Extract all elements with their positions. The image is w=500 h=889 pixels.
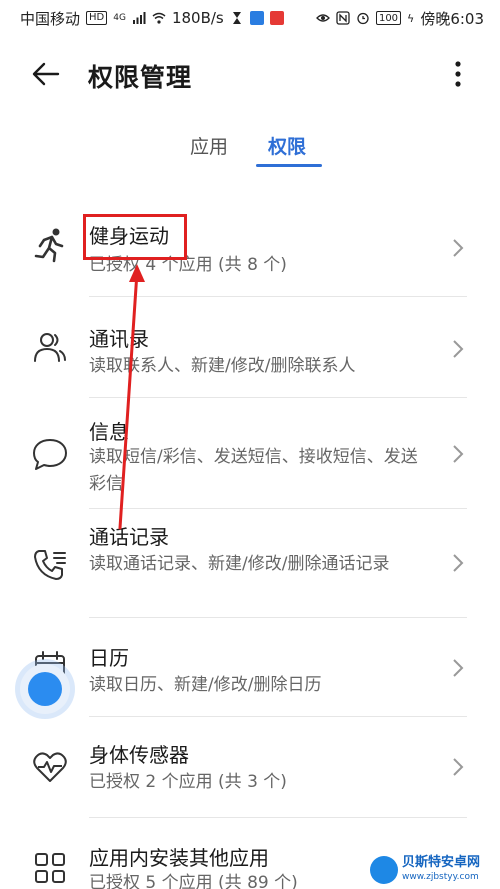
list-item[interactable]: 通讯录 读取联系人、新建/修改/删除联系人 [0,297,500,397]
tab-apps[interactable]: 应用 [190,132,228,159]
list-item[interactable]: 日历 读取日历、新建/修改/删除日历 [0,618,500,716]
status-bar-right: 100 ϟ 傍晚6:03 [316,8,484,29]
status-bar-left: 中国移动 HD 4G 180B/s [20,8,284,29]
network-type: 4G [113,13,126,23]
chevron-right-icon [453,239,464,257]
battery-icon: 100 [375,11,402,25]
permission-title: 信息 [89,420,129,444]
contacts-icon [34,333,66,362]
app-grid-icon [35,853,65,883]
carrier-label: 中国移动 [20,9,81,28]
chevron-right-icon [453,554,464,572]
permission-title: 身体传感器 [89,743,189,767]
app-notification-icon [249,11,264,25]
chevron-right-icon [453,659,464,677]
signal-icon [132,12,146,24]
permission-subtitle: 读取通话记录、新建/修改/删除通话记录 [89,554,390,574]
watermark-text: 贝斯特安卓网 www.zjbstyy.com [402,854,481,884]
annotation-highlight-box [83,214,187,260]
chevron-right-icon [453,340,464,358]
list-item[interactable]: 健身运动 已授权 4 个应用 (共 8 个) [0,190,500,296]
more-options-icon[interactable] [448,56,468,92]
watermark-name: 贝斯特安卓网 [402,854,481,870]
list-item[interactable]: 身体传感器 已授权 2 个应用 (共 3 个) [0,717,500,817]
list-item[interactable]: 通话记录 读取通话记录、新建/修改/删除通话记录 [0,509,500,617]
floating-assist-dot [28,672,62,706]
floating-assist-button[interactable] [20,664,70,714]
message-bubble-icon [33,439,67,470]
wifi-icon [152,12,166,24]
charging-icon: ϟ [407,11,415,25]
network-speed: 180B/s [171,9,224,27]
permission-title: 日历 [89,646,129,670]
active-tab-indicator [256,164,322,167]
permission-title: 应用内安装其他应用 [89,846,269,870]
permission-subtitle: 读取日历、新建/修改/删除日历 [89,675,322,695]
chevron-right-icon [453,445,464,463]
eye-comfort-icon [316,14,330,22]
running-person-icon [34,228,64,263]
permission-title: 通话记录 [89,525,169,549]
nfc-icon [336,11,350,25]
alarm-icon [357,12,369,25]
battery-level: 100 [378,12,399,24]
clock: 傍晚6:03 [420,9,484,28]
list-item[interactable]: 信息 读取短信/彩信、发送短信、接收短信、发送彩信 [0,398,500,508]
back-arrow-icon[interactable] [30,58,62,90]
call-log-icon [34,550,66,580]
permission-subtitle: 已授权 2 个应用 (共 3 个) [89,772,287,792]
site-watermark: 贝斯特安卓网 www.zjbstyy.com [370,850,500,889]
status-bar: 中国移动 HD 4G 180B/s 100 ϟ 傍晚6:03 [0,0,500,36]
permission-subtitle: 读取短信/彩信、发送短信、接收短信、发送彩信 [89,447,418,494]
permission-subtitle: 读取联系人、新建/修改/删除联系人 [89,356,356,376]
app-notification-icon [269,11,284,25]
page-title: 权限管理 [88,63,193,92]
tab-bar: 应用 权限 [0,128,500,168]
chevron-right-icon [453,758,464,776]
heart-rate-icon [33,752,67,782]
permission-title: 通讯录 [89,327,149,351]
watermark-logo-icon [370,855,398,884]
app-header: 权限管理 [0,46,500,102]
tab-permissions[interactable]: 权限 [268,132,306,159]
hd-badge: HD [86,11,108,25]
hourglass-icon [232,12,241,24]
watermark-url: www.zjbstyy.com [402,871,479,882]
